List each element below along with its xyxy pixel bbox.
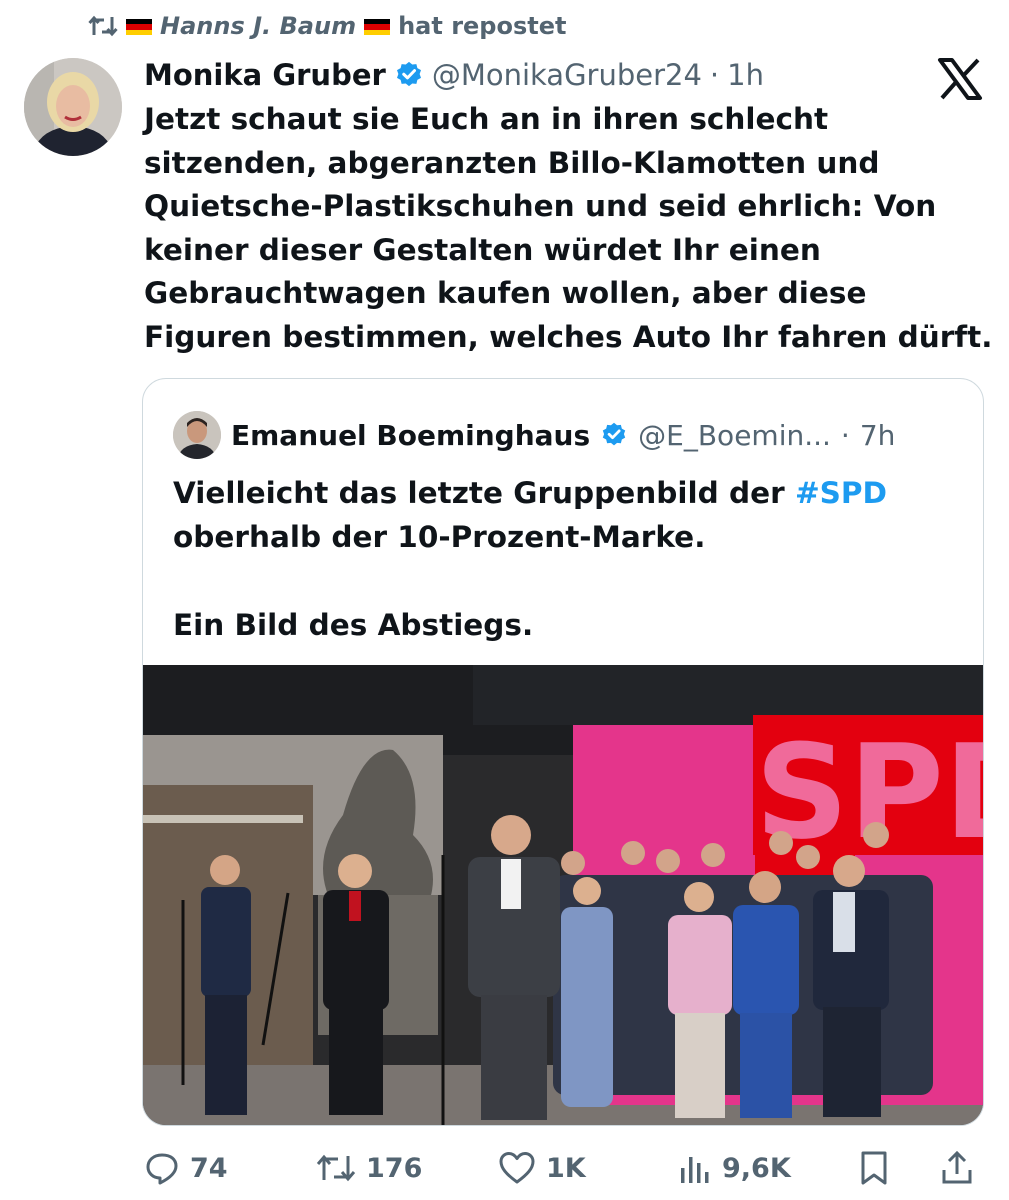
repost-button[interactable]: 176 — [316, 1140, 422, 1196]
tweet-header: Monika Gruber @MonikaGruber24 · 1h — [144, 54, 764, 96]
tweet-text: Jetzt schaut sie Euch an in ihren schlec… — [144, 102, 993, 354]
action-bar: 74 176 1K 9,6K — [142, 1140, 992, 1196]
reply-button[interactable]: 74 — [144, 1140, 228, 1196]
quoted-tweet[interactable]: Emanuel Boeminghaus @E_Boemin... · 7h Vi… — [142, 378, 984, 1126]
bookmark-button[interactable] — [858, 1140, 890, 1196]
bookmark-icon — [858, 1150, 890, 1186]
quote-text-part2: oberhalb der 10-Prozent-Marke. — [173, 520, 706, 554]
share-button[interactable] — [940, 1140, 974, 1196]
author-avatar[interactable] — [24, 58, 122, 156]
share-icon — [940, 1150, 974, 1186]
germany-flag-icon — [364, 19, 391, 35]
repost-label: hat repostet — [398, 12, 567, 40]
views-count: 9,6K — [722, 1152, 791, 1184]
verified-badge-icon — [394, 60, 424, 90]
quote-text: Vielleicht das letzte Gruppenbild der #S… — [173, 471, 953, 647]
repost-count: 176 — [366, 1152, 423, 1184]
quote-author-name[interactable]: Emanuel Boeminghaus — [231, 419, 590, 452]
tweet-time[interactable]: 1h — [727, 58, 764, 92]
views-button[interactable]: 9,6K — [678, 1140, 791, 1196]
quote-author-handle[interactable]: @E_Boemin... — [638, 419, 831, 452]
separator-dot: · — [709, 58, 720, 92]
views-icon — [678, 1151, 712, 1185]
like-button[interactable]: 1K — [498, 1140, 586, 1196]
author-handle[interactable]: @MonikaGruber24 — [432, 58, 702, 92]
quote-text-part1: Vielleicht das letzte Gruppenbild der — [173, 476, 795, 510]
quote-header: Emanuel Boeminghaus @E_Boemin... · 7h — [173, 407, 895, 463]
verified-badge-icon — [600, 421, 628, 449]
repost-icon — [88, 13, 118, 39]
x-logo-icon — [937, 58, 983, 100]
hashtag-link[interactable]: #SPD — [795, 476, 887, 510]
repost-icon — [316, 1151, 356, 1185]
quote-author-avatar[interactable] — [173, 411, 221, 459]
like-count: 1K — [546, 1152, 586, 1184]
quote-text-part3: Ein Bild des Abstiegs. — [173, 608, 534, 642]
quote-photo[interactable]: SPD — [143, 665, 983, 1125]
reply-icon — [144, 1150, 180, 1186]
heart-icon — [498, 1151, 536, 1185]
reply-count: 74 — [190, 1152, 228, 1184]
author-name[interactable]: Monika Gruber — [144, 58, 386, 92]
reposter-name[interactable]: Hanns J. Baum — [160, 12, 356, 40]
quote-time[interactable]: 7h — [860, 419, 896, 452]
germany-flag-icon — [126, 19, 152, 35]
separator-dot: · — [840, 418, 850, 452]
repost-context[interactable]: Hanns J. Baum hat repostet — [88, 8, 566, 44]
